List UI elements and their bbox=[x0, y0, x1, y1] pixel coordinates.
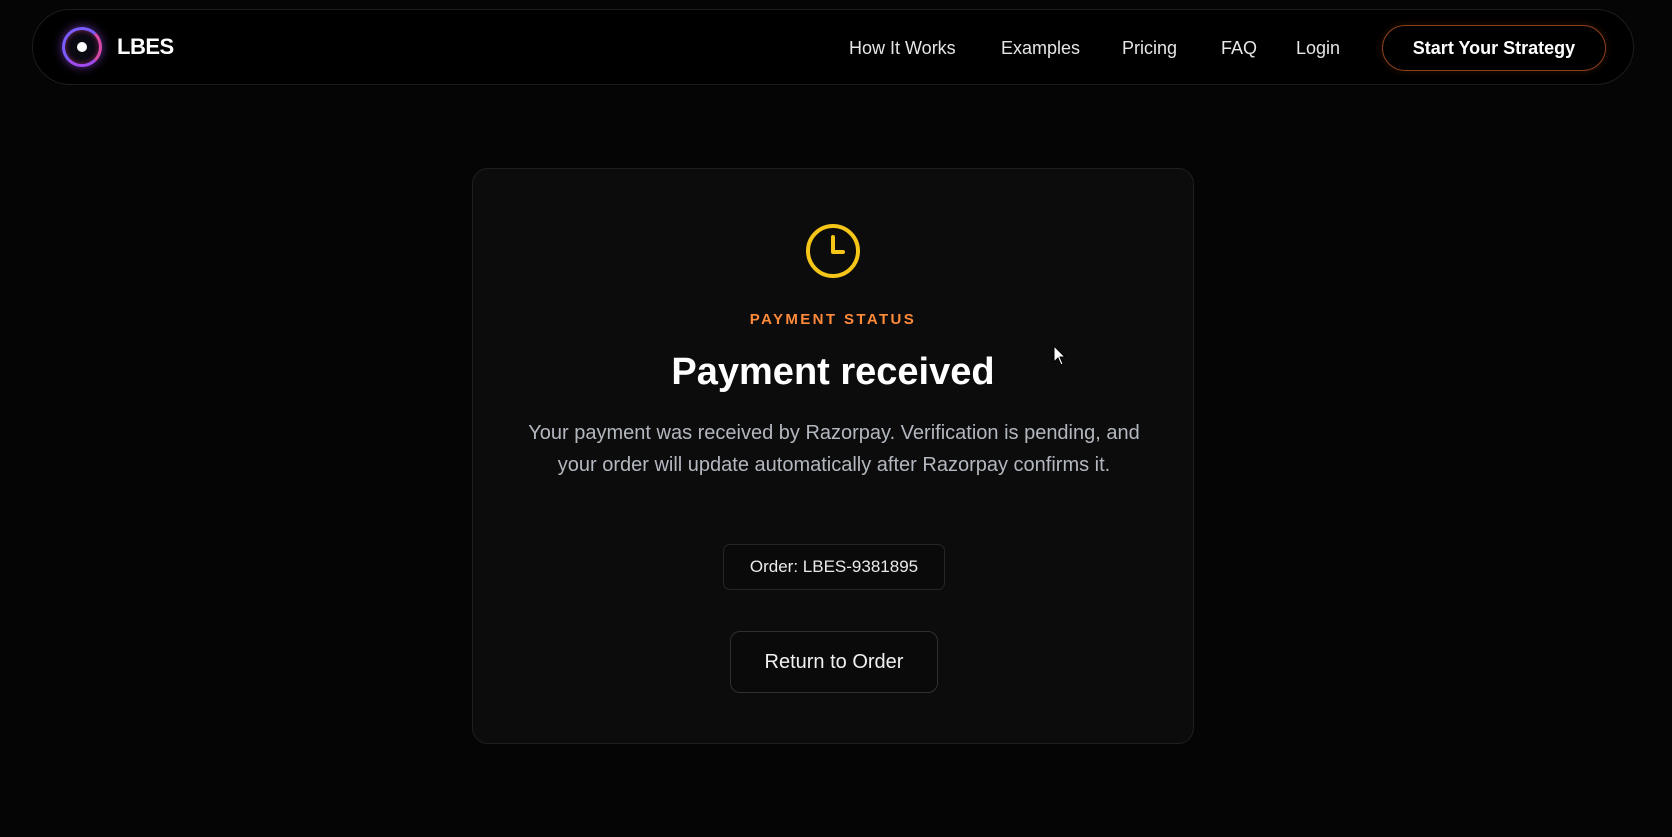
nav-link-examples[interactable]: Examples bbox=[1001, 10, 1080, 86]
nav-link-pricing[interactable]: Pricing bbox=[1122, 10, 1177, 86]
payment-status-card: PAYMENT STATUS Payment received Your pay… bbox=[472, 168, 1194, 744]
top-navbar: LBES How It Works Examples Pricing FAQ L… bbox=[32, 9, 1634, 85]
status-description: Your payment was received by Razorpay. V… bbox=[528, 422, 1140, 476]
payment-status-page: LBES How It Works Examples Pricing FAQ L… bbox=[0, 0, 1672, 837]
page-title: Payment received bbox=[671, 351, 995, 393]
start-strategy-button[interactable]: Start Your Strategy bbox=[1382, 25, 1606, 71]
nav-link-login[interactable]: Login bbox=[1296, 10, 1340, 86]
clock-icon bbox=[806, 224, 860, 278]
return-to-order-button[interactable]: Return to Order bbox=[730, 631, 938, 693]
order-id-badge: Order: LBES-9381895 bbox=[723, 544, 945, 590]
nav-link-how-it-works[interactable]: How It Works bbox=[849, 10, 956, 86]
status-eyebrow: PAYMENT STATUS bbox=[749, 311, 917, 328]
mouse-cursor-icon bbox=[1053, 345, 1067, 366]
nav-link-faq[interactable]: FAQ bbox=[1221, 10, 1257, 86]
